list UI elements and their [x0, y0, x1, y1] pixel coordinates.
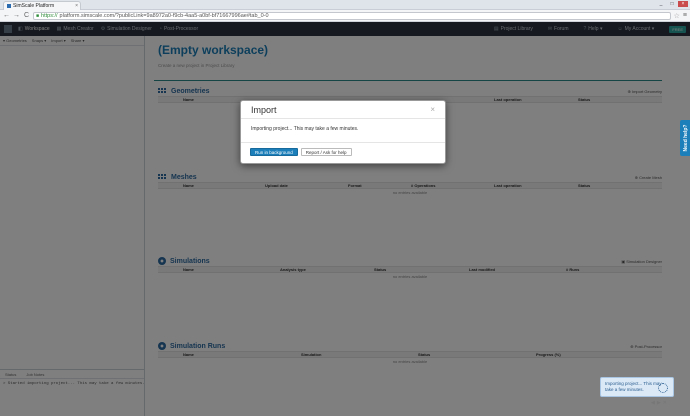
import-toast: Importing project... This may take a few…: [600, 377, 674, 397]
back-icon[interactable]: ←: [3, 12, 10, 19]
dismiss-icon[interactable]: ✕: [663, 400, 667, 406]
dialog-body: Importing project... This may take a few…: [241, 119, 445, 143]
dialog-title: Import: [251, 104, 277, 115]
forward-icon[interactable]: →: [13, 12, 20, 19]
dialog-header: Import ×: [241, 101, 445, 119]
browser-titlebar: SimScale Platform × _ □ ×: [0, 0, 690, 10]
modal-backdrop[interactable]: [0, 22, 690, 416]
dialog-footer: Run in background Report / Ask for help: [241, 143, 445, 161]
lock-icon: ■: [36, 12, 40, 19]
toast-message: Importing project... This may take a few…: [605, 381, 662, 392]
browser-tab[interactable]: SimScale Platform ×: [3, 1, 81, 10]
need-help-tab[interactable]: Need help?: [680, 120, 690, 156]
address-bar: ← → C ■ https://platform.simscale.com/?p…: [0, 10, 690, 22]
url-text: platform.simscale.com/?publicLink=9a8972…: [59, 12, 269, 19]
need-help-label: Need help?: [683, 124, 689, 152]
url-field[interactable]: ■ https://platform.simscale.com/?publicL…: [33, 11, 671, 20]
tab-close-icon[interactable]: ×: [75, 3, 80, 9]
minimize-button[interactable]: _: [656, 1, 666, 7]
next-icon[interactable]: ▶: [657, 400, 661, 406]
report-help-button[interactable]: Report / Ask for help: [300, 148, 352, 156]
prev-icon[interactable]: ◀: [651, 400, 655, 406]
close-icon[interactable]: ×: [430, 105, 435, 114]
bottom-icons: ◀ ▶ ✕: [651, 400, 667, 406]
maximize-button[interactable]: □: [667, 1, 677, 7]
close-window-button[interactable]: ×: [678, 1, 688, 7]
dialog-message: Importing project... This may take a few…: [251, 126, 359, 132]
favicon-icon: [7, 4, 11, 8]
tab-title: SimScale Platform: [13, 3, 55, 9]
spinner-icon: [658, 383, 668, 393]
reload-icon[interactable]: C: [23, 12, 30, 19]
browser-menu-icon[interactable]: ≡: [683, 12, 687, 19]
import-dialog: Import × Importing project... This may t…: [240, 100, 446, 164]
run-in-background-button[interactable]: Run in background: [250, 148, 298, 156]
url-scheme: https://: [41, 12, 58, 19]
window-controls: _ □ ×: [656, 1, 688, 7]
bookmark-star-icon[interactable]: ☆: [674, 12, 680, 20]
